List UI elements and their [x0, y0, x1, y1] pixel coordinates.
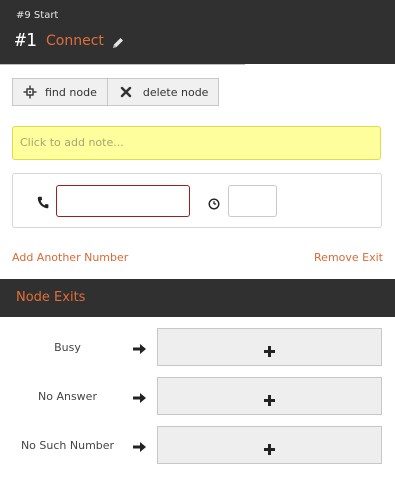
delete-node-button[interactable]: delete node [106, 78, 220, 106]
x-icon [119, 85, 133, 99]
phone-panel [12, 173, 382, 228]
remove-exit-link[interactable]: Remove Exit [314, 251, 383, 264]
arrow-right-icon [133, 340, 147, 354]
exit-target-button[interactable] [157, 377, 382, 415]
clock-icon [208, 195, 220, 210]
arrow-right-icon [133, 438, 147, 452]
exit-row-no-answer: No Answer [0, 376, 395, 416]
phone-icon [37, 194, 49, 209]
node-number: #1 [15, 30, 37, 51]
find-node-button[interactable]: find node [12, 78, 108, 106]
arrow-right-icon [133, 389, 147, 403]
node-toolbar: find node delete node [12, 78, 220, 108]
crosshair-icon [23, 85, 37, 99]
find-node-label: find node [45, 85, 97, 99]
add-number-link[interactable]: Add Another Number [12, 251, 128, 264]
exit-label: No Answer [38, 390, 97, 403]
plus-icon [264, 440, 275, 455]
exit-row-busy: Busy [0, 327, 395, 367]
header-divider [0, 64, 245, 65]
plus-icon [264, 391, 275, 406]
exit-target-button[interactable] [157, 426, 382, 464]
exit-row-no-such-number: No Such Number [0, 425, 395, 465]
node-exits-title: Node Exits [16, 290, 86, 305]
node-title[interactable]: Connect [46, 33, 104, 49]
exit-label: No Such Number [20, 439, 115, 452]
node-header: #9 Start #1 Connect [0, 0, 395, 64]
node-subtitle: #9 Start [16, 10, 59, 21]
exit-label: Busy [54, 341, 81, 354]
phone-number-input[interactable] [56, 185, 190, 217]
note-field[interactable]: Click to add note... [12, 126, 381, 160]
delete-node-label: delete node [142, 85, 209, 99]
exit-target-button[interactable] [157, 328, 382, 366]
node-exits-header: Node Exits [0, 279, 395, 317]
plus-icon [264, 342, 275, 357]
pencil-icon[interactable] [110, 35, 126, 51]
timeout-input[interactable] [228, 185, 277, 217]
